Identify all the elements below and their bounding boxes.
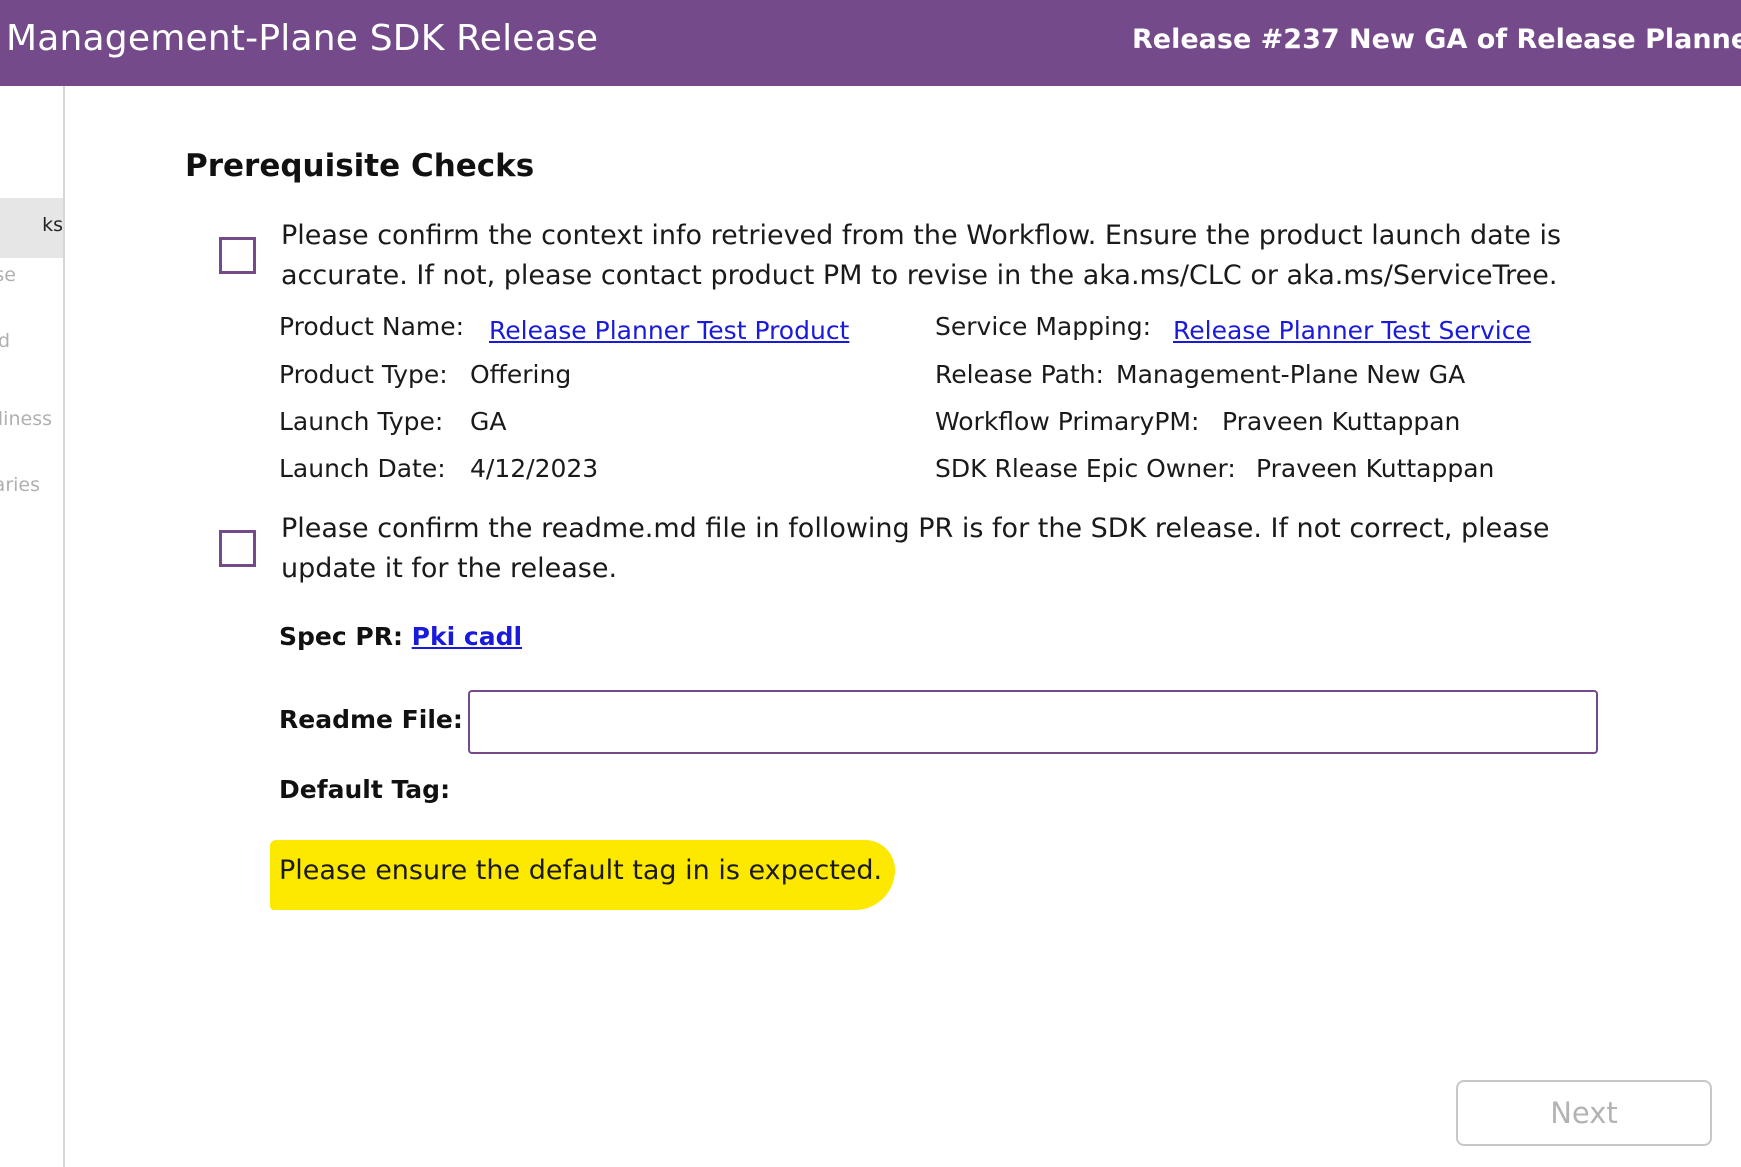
release-path-value: Management-Plane New GA — [1116, 360, 1466, 389]
workflow-pm-value: Praveen Kuttappan — [1222, 407, 1461, 436]
product-name-link[interactable]: Release Planner Test Product — [489, 316, 849, 345]
product-type-value: Offering — [470, 360, 572, 389]
sidebar-item-label: liness — [0, 408, 52, 430]
service-mapping-label: Service Mapping: — [935, 312, 1152, 341]
sidebar-item-label: aries — [0, 474, 40, 496]
next-button[interactable]: Next — [1456, 1080, 1712, 1146]
launch-type-label: Launch Type: — [279, 407, 444, 436]
sidebar-item-prerequisite-checks[interactable]: ks — [0, 198, 63, 258]
top-bar: Management-Plane SDK Release Release #23… — [0, 0, 1741, 86]
release-path-label: Release Path: — [935, 360, 1104, 389]
context-info-check-text: Please confirm the context info retrieve… — [281, 220, 1562, 291]
launch-type-value: GA — [470, 407, 507, 436]
product-name-label: Product Name: — [279, 312, 465, 341]
spec-pr-link[interactable]: Pki cadl — [412, 622, 522, 651]
sidebar-item-label: d — [0, 330, 10, 352]
workflow-pm-label: Workflow PrimaryPM: — [935, 407, 1200, 436]
product-type-label: Product Type: — [279, 360, 448, 389]
sidebar-item-release[interactable]: se — [0, 256, 63, 296]
readme-confirm-checkbox[interactable] — [219, 530, 256, 567]
sidebar-item-3[interactable]: d — [0, 322, 63, 362]
app-title: Management-Plane SDK Release — [6, 18, 599, 59]
context-info-checkbox[interactable] — [219, 237, 256, 274]
readme-file-label: Readme File: — [279, 705, 463, 734]
spec-pr-label: Spec PR: — [279, 622, 403, 651]
default-tag-label: Default Tag: — [279, 775, 451, 804]
launch-date-label: Launch Date: — [279, 454, 446, 483]
page-title: Prerequisite Checks — [185, 148, 535, 184]
epic-owner-value: Praveen Kuttappan — [1256, 454, 1495, 483]
sidebar-item-libraries[interactable]: aries — [0, 466, 63, 506]
sidebar-item-label: ks — [42, 214, 63, 236]
spec-pr-row: Spec PR: Pki cadl — [279, 622, 522, 651]
sidebar-item-readiness[interactable]: liness — [0, 400, 63, 440]
sidebar-item-label: se — [0, 264, 16, 286]
steps-sidebar: ks se d liness aries — [0, 86, 65, 1167]
epic-owner-label: SDK Rlease Epic Owner: — [935, 454, 1236, 483]
readme-confirm-check-text: Please confirm the readme.md file in fol… — [281, 513, 1550, 584]
default-tag-notice: Please ensure the default tag in is expe… — [279, 855, 883, 886]
release-title: Release #237 New GA of Release Planner T… — [1132, 24, 1741, 55]
main-content: Prerequisite Checks Please confirm the c… — [65, 86, 1741, 1167]
readme-file-input[interactable] — [468, 690, 1598, 754]
service-mapping-link[interactable]: Release Planner Test Service — [1173, 316, 1531, 345]
launch-date-value: 4/12/2023 — [470, 454, 599, 483]
